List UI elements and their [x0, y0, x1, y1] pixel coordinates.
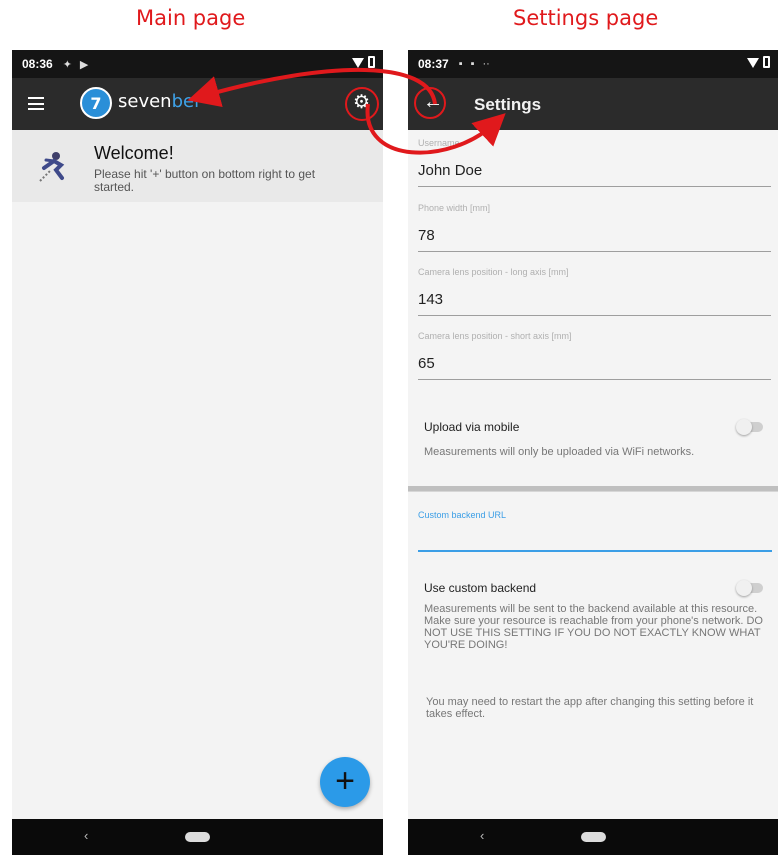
section-divider — [408, 486, 778, 492]
custom-backend-url-label: Custom backend URL — [418, 510, 507, 520]
wifi-icon — [747, 58, 759, 68]
lens-long-axis-field[interactable]: Camera lens position - long axis [mm] 14… — [418, 267, 771, 316]
username-field[interactable]: Username John Doe — [418, 138, 771, 187]
use-custom-backend-toggle[interactable] — [736, 580, 764, 596]
upload-via-mobile-title: Upload via mobile — [424, 420, 520, 434]
image-icon: ▪ — [458, 58, 463, 70]
phone-width-value[interactable]: 78 — [418, 227, 771, 247]
lens-short-axis-field[interactable]: Camera lens position - short axis [mm] 6… — [418, 331, 771, 380]
app-bar: 7 sevenbel ⚙ — [12, 78, 383, 130]
welcome-text: Please hit '+' button on bottom right to… — [94, 167, 316, 194]
back-highlight-ring — [414, 87, 446, 119]
username-underline — [418, 186, 771, 187]
navigation-bar: ‹ — [408, 819, 778, 855]
add-measurement-button[interactable]: + — [320, 757, 370, 807]
gear-highlight-ring — [345, 87, 379, 121]
main-page-screen: 08:36 ✦ ▶ 7 sevenbel ⚙ Welcome! Please h… — [12, 50, 383, 855]
runner-icon — [39, 152, 65, 182]
use-custom-backend-setting[interactable]: Use custom backend Measurements will be … — [424, 580, 764, 651]
upload-via-mobile-description: Measurements will only be uploaded via W… — [424, 446, 695, 458]
play-store-icon: ▶ — [79, 58, 89, 71]
upload-via-mobile-setting[interactable]: Upload via mobile Measurements will only… — [424, 419, 764, 458]
phone-width-underline — [418, 251, 771, 252]
nav-home-pill[interactable] — [581, 832, 606, 842]
hamburger-icon[interactable] — [28, 97, 44, 110]
lens-short-axis-label: Camera lens position - short axis [mm] — [418, 331, 572, 341]
lens-long-axis-underline — [418, 315, 771, 316]
lens-short-axis-value[interactable]: 65 — [418, 355, 771, 375]
status-time: 08:37 — [418, 57, 449, 71]
battery-icon — [763, 56, 770, 68]
restart-note: You may need to restart the app after ch… — [426, 696, 754, 720]
username-label: Username — [418, 138, 460, 148]
status-bar: 08:37 ▪ ▪ ·· — [408, 50, 778, 78]
settings-page-caption: Settings page — [513, 6, 659, 30]
battery-icon — [368, 56, 375, 68]
use-custom-backend-title: Use custom backend — [424, 581, 537, 595]
nav-back-icon[interactable]: ‹ — [84, 828, 88, 843]
lens-short-axis-underline — [418, 379, 771, 380]
sevenbel-logo-icon: 7 — [80, 87, 112, 119]
nav-home-pill[interactable] — [185, 832, 210, 842]
upload-via-mobile-toggle[interactable] — [736, 419, 764, 435]
logo-text-seven: seven — [118, 91, 172, 112]
phone-width-field[interactable]: Phone width [mm] 78 — [418, 203, 771, 252]
use-custom-backend-description: Measurements will be sent to the backend… — [424, 603, 763, 651]
welcome-card[interactable]: Welcome! Please hit '+' button on bottom… — [12, 130, 383, 202]
app-bar: ← Settings — [408, 78, 778, 130]
navigation-bar: ‹ — [12, 819, 383, 855]
welcome-title: Welcome! — [94, 143, 174, 163]
lens-long-axis-label: Camera lens position - long axis [mm] — [418, 267, 569, 277]
logo-text-bel: bel — [171, 91, 200, 112]
status-bar: 08:36 ✦ ▶ — [12, 50, 383, 78]
nav-back-icon[interactable]: ‹ — [480, 828, 484, 843]
notification-icon: ✦ — [62, 58, 72, 71]
status-time: 08:36 — [22, 57, 53, 71]
wifi-icon — [352, 58, 364, 68]
phone-width-label: Phone width [mm] — [418, 203, 491, 213]
more-icon: ·· — [482, 58, 490, 70]
lens-long-axis-value[interactable]: 143 — [418, 291, 771, 311]
username-value[interactable]: John Doe — [418, 162, 771, 182]
mail-icon: ▪ — [470, 58, 475, 70]
main-page-caption: Main page — [136, 6, 246, 30]
page-title: Settings — [474, 95, 542, 114]
app-logo-text: sevenbel — [118, 91, 199, 112]
custom-backend-url-input[interactable] — [418, 550, 772, 552]
settings-page-screen: 08:37 ▪ ▪ ·· ← Settings Username John Do… — [408, 50, 778, 855]
